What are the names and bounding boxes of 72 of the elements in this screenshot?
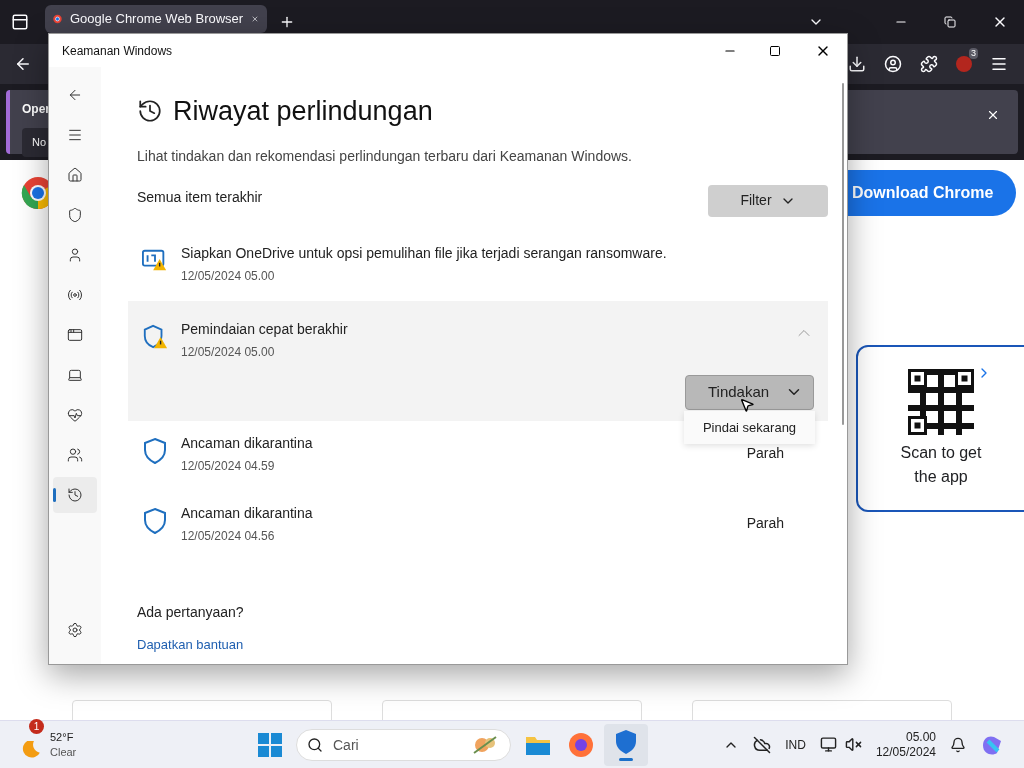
search-icon [307,737,323,753]
bell-icon[interactable] [950,736,966,753]
extension-badge: 3 [969,48,978,59]
taskbar-search-field[interactable]: Cari [296,729,511,761]
notification-text: Oper [22,101,50,118]
item-time: 12/05/2024 04.59 [181,457,276,475]
qr-card-text: Scan to get the app [899,443,983,487]
help-link[interactable]: Dapatkan bantuan [137,634,828,654]
download-chrome-button[interactable]: Download Chrome [848,170,1016,216]
cloud-off-icon[interactable] [753,735,772,754]
history-icon [137,98,163,125]
folder-icon[interactable] [525,734,551,756]
item-time: 12/05/2024 05.00 [181,343,276,361]
menu-icon [67,127,83,143]
app-icon [67,327,83,343]
monitor-icon[interactable] [819,736,837,753]
item-title: Ancaman dikarantina [181,503,314,523]
search-placeholder: Cari [333,735,360,755]
temperature: 52°F [50,729,75,745]
shield-icon [67,207,83,223]
history-icon [67,487,83,503]
help-question: Ada pertanyaan? [137,602,245,622]
tab-list-icon[interactable] [11,13,29,31]
health-icon [67,407,83,423]
settings-icon [67,622,83,638]
window-title: Keamanan Windows [62,42,174,60]
shield-icon [142,506,168,535]
filter-button[interactable]: Filter [708,184,828,217]
security-taskbar-button[interactable] [604,724,648,766]
qr-card[interactable]: Scan to get the app [856,345,1024,512]
restore-icon[interactable] [944,16,956,28]
weather-condition: Clear [50,744,77,760]
back-icon[interactable] [14,55,32,73]
filter-label: Semua item terakhir [137,187,263,207]
download-icon[interactable] [848,55,866,73]
family-icon [67,447,83,463]
item-title: Ancaman dikarantina [181,433,314,453]
home-icon [67,167,83,183]
page-description: Lihat tindakan dan rekomendasi perlindungan terbaru dari Keamanan Windows. [137,146,633,166]
maximize-icon[interactable] [769,44,781,57]
device-icon [67,367,83,383]
windows-logo-icon[interactable] [258,733,282,757]
shield-icon [614,729,638,755]
tab-title: Google Chrome Web Browser [69,10,244,29]
severity-text: Parah [746,443,784,463]
account-icon[interactable] [884,55,902,73]
account-icon [67,247,83,263]
menu-icon[interactable] [990,55,1008,73]
close-notification-icon[interactable] [986,108,1000,122]
notification-button[interactable]: No [22,128,48,157]
page-heading: Riwayat perlindungan [173,95,433,128]
action-button[interactable]: Tindakan [685,374,814,410]
item-time: 12/05/2024 05.00 [181,267,276,285]
back-icon [67,87,83,103]
clock-time[interactable]: 05.00 [905,729,936,745]
language-indicator[interactable]: IND [785,735,806,754]
severity-text: Parah [746,513,784,533]
volume-muted-icon[interactable] [844,736,862,753]
browser-tab[interactable]: Google Chrome Web Browser [45,5,267,33]
new-tab-icon[interactable] [279,14,295,30]
item-title: Pemindaian cepat berakhir [181,319,349,339]
shield-warning-icon [142,322,168,351]
extensions-icon[interactable] [920,55,938,73]
nav-item[interactable] [53,477,97,513]
clock-date[interactable]: 12/05/2024 [875,744,936,760]
network-icon [67,287,83,303]
item-title: Siapkan OneDrive untuk opsi pemulihan file jika terjadi serangan ransomware. [181,243,668,263]
shield-icon [142,436,168,465]
qr-code-icon [908,369,974,435]
expanded-item[interactable]: Pemindaian cepat berakhir 12/05/2024 05.00 Tindakan [128,300,828,421]
item-time: 12/05/2024 04.56 [181,527,276,545]
firefox-icon[interactable] [568,732,594,758]
